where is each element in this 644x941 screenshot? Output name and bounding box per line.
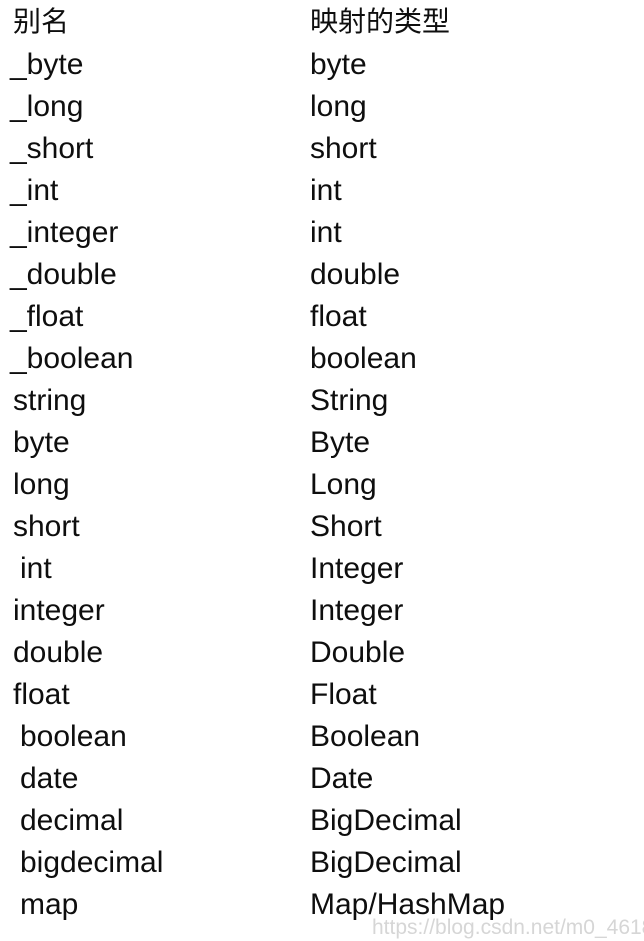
cell-alias: long: [13, 468, 70, 501]
cell-alias: double: [13, 636, 104, 669]
table-row: double Double: [0, 632, 644, 674]
table-row: byte Byte: [0, 422, 644, 464]
table-row: _boolean boolean: [0, 338, 644, 380]
cell-alias: bigdecimal: [20, 846, 164, 879]
cell-mapped-type: Byte: [310, 426, 371, 459]
cell-mapped-type: Float: [310, 678, 377, 711]
cell-mapped-type: int: [310, 174, 342, 207]
table-row: _long long: [0, 86, 644, 128]
cell-alias: _double: [10, 258, 117, 291]
cell-mapped-type: BigDecimal: [310, 804, 462, 837]
cell-alias: decimal: [20, 804, 124, 837]
cell-alias: integer: [13, 594, 105, 627]
cell-alias: boolean: [20, 720, 127, 753]
cell-alias: int: [20, 552, 52, 585]
table-row: string String: [0, 380, 644, 422]
cell-mapped-type: Integer: [310, 552, 404, 585]
type-alias-table: 别名 映射的类型 _byte byte _long long _short short _int…: [0, 0, 644, 941]
cell-mapped-type: String: [310, 384, 389, 417]
cell-alias: _float: [10, 300, 84, 333]
table-row: int Integer: [0, 548, 644, 590]
cell-mapped-type: Short: [310, 510, 382, 543]
cell-alias: string: [13, 384, 87, 417]
table-row: long Long: [0, 464, 644, 506]
cell-alias: _long: [10, 90, 84, 123]
table-row: boolean Boolean: [0, 716, 644, 758]
table-row: map Map/HashMap: [0, 884, 644, 926]
cell-alias: float: [13, 678, 70, 711]
table-row: short Short: [0, 506, 644, 548]
cell-mapped-type: byte: [310, 48, 367, 81]
table-header-row: 别名 映射的类型: [0, 2, 644, 44]
cell-alias: byte: [13, 426, 70, 459]
cell-alias: _boolean: [10, 342, 134, 375]
cell-alias: _int: [10, 174, 59, 207]
table-row: _float float: [0, 296, 644, 338]
cell-mapped-type: int: [310, 216, 342, 249]
table-row: _double double: [0, 254, 644, 296]
cell-alias: _integer: [10, 216, 119, 249]
cell-mapped-type: boolean: [310, 342, 417, 375]
cell-mapped-type: Integer: [310, 594, 404, 627]
cell-mapped-type: long: [310, 90, 367, 123]
cell-mapped-type: Boolean: [310, 720, 421, 753]
cell-alias: short: [13, 510, 80, 543]
table-row: integer Integer: [0, 590, 644, 632]
column-header-alias: 别名: [13, 6, 70, 37]
table-row: _integer int: [0, 212, 644, 254]
table-row: _int int: [0, 170, 644, 212]
cell-alias: date: [20, 762, 79, 795]
table-row: bigdecimal BigDecimal: [0, 842, 644, 884]
column-header-mapped-type: 映射的类型: [310, 6, 451, 37]
table-row: _short short: [0, 128, 644, 170]
table-row: date Date: [0, 758, 644, 800]
table-row: float Float: [0, 674, 644, 716]
table-row: decimal BigDecimal: [0, 800, 644, 842]
cell-mapped-type: short: [310, 132, 377, 165]
table-row: _byte byte: [0, 44, 644, 86]
cell-alias: _byte: [10, 48, 84, 81]
cell-mapped-type: double: [310, 258, 401, 291]
cell-alias: map: [20, 888, 79, 921]
cell-mapped-type: Map/HashMap: [310, 888, 506, 921]
cell-alias: _short: [10, 132, 94, 165]
cell-mapped-type: Date: [310, 762, 374, 795]
cell-mapped-type: float: [310, 300, 367, 333]
cell-mapped-type: BigDecimal: [310, 846, 462, 879]
cell-mapped-type: Double: [310, 636, 406, 669]
cell-mapped-type: Long: [310, 468, 377, 501]
